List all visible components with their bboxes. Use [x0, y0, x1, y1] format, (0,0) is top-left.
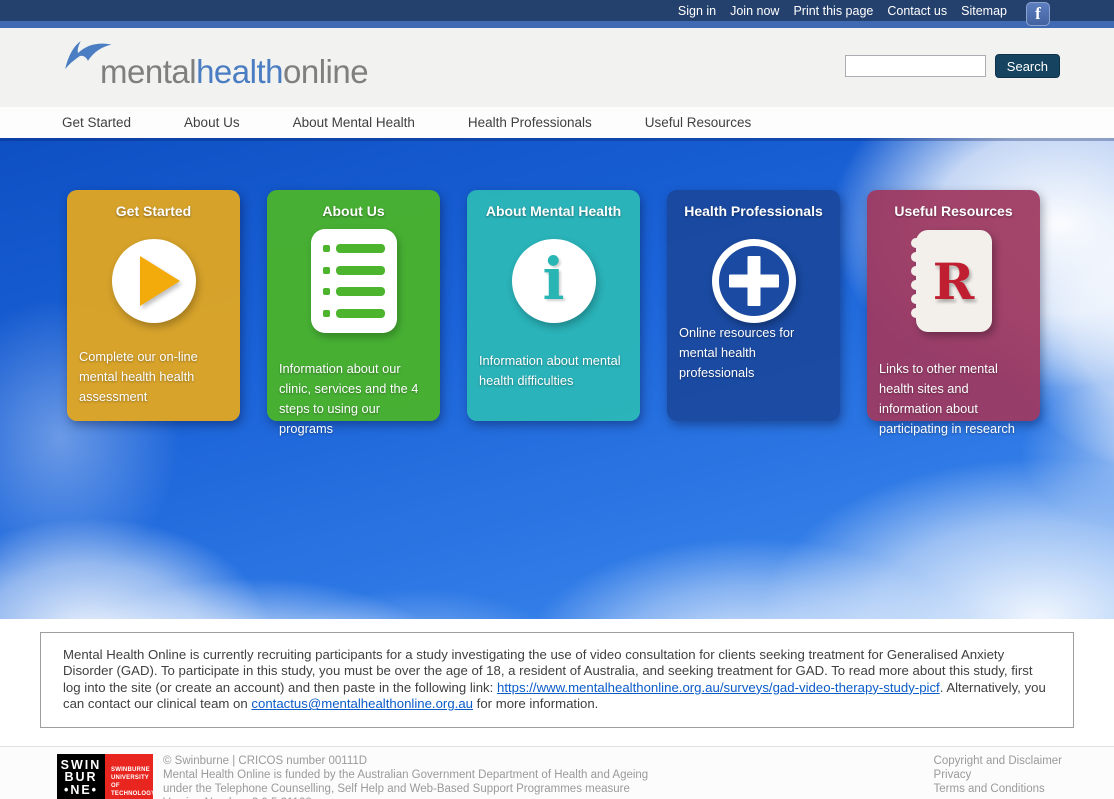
info-icon: i [479, 229, 628, 333]
footer-cricos-line: © Swinburne | CRICOS number 00111D [163, 754, 648, 768]
nav-get-started[interactable]: Get Started [62, 115, 131, 130]
search-input[interactable] [845, 55, 986, 77]
notice-section: Mental Health Online is currently recrui… [0, 619, 1114, 728]
swin-line: BUR [57, 771, 105, 784]
site-logo[interactable]: mentalhealthonline [62, 36, 368, 88]
card-title: Get Started [79, 203, 228, 219]
logo-part-health: health [196, 53, 283, 90]
card-description: Links to other mental health sites and i… [879, 359, 1028, 439]
swinburne-logo-black: SWIN BUR •NE• [57, 754, 105, 799]
card-get-started[interactable]: Get Started Complete our on-line mental … [67, 190, 240, 421]
nav-health-professionals[interactable]: Health Professionals [468, 115, 592, 130]
card-health-professionals[interactable]: Health Professionals Online resources fo… [667, 190, 840, 421]
terms-conditions-link[interactable]: Terms and Conditions [934, 782, 1062, 796]
study-link[interactable]: https://www.mentalhealthonline.org.au/su… [497, 680, 940, 695]
notice-paragraph: Mental Health Online is currently recrui… [63, 647, 1051, 713]
hero-sky-banner: Get Started Complete our on-line mental … [0, 138, 1114, 619]
site-footer: SWIN BUR •NE• SWINBURNE UNIVERSITY OF TE… [0, 746, 1114, 799]
sign-in-link[interactable]: Sign in [671, 4, 723, 18]
privacy-link[interactable]: Privacy [934, 768, 1062, 782]
topbar-accent-stripe [0, 21, 1114, 28]
logo-part-online: online [283, 53, 368, 90]
nav-about-mental-health[interactable]: About Mental Health [293, 115, 415, 130]
footer-funding-line-2: under the Telephone Counselling, Self He… [163, 782, 648, 796]
logo-part-mental: mental [100, 53, 196, 90]
contact-email-link[interactable]: contactus@mentalhealthonline.org.au [251, 696, 473, 711]
footer-copyright-block: © Swinburne | CRICOS number 00111D Menta… [163, 754, 648, 799]
study-recruitment-notice: Mental Health Online is currently recrui… [40, 632, 1074, 728]
footer-funding-line-1: Mental Health Online is funded by the Au… [163, 768, 648, 782]
card-title: About Mental Health [479, 203, 628, 219]
print-page-link[interactable]: Print this page [786, 4, 880, 18]
join-now-link[interactable]: Join now [723, 4, 786, 18]
logo-wordmark: mentalhealthonline [100, 55, 368, 88]
search-area: Search [845, 54, 1060, 78]
card-description: Complete our on-line mental health healt… [79, 347, 228, 407]
main-navigation: Get Started About Us About Mental Health… [0, 107, 1114, 138]
card-description: Online resources for mental health profe… [679, 323, 828, 383]
card-description: Information about mental health difficul… [479, 351, 628, 391]
card-title: About Us [279, 203, 428, 219]
swin-red-line: TECHNOLOGY [111, 790, 153, 798]
card-description: Information about our clinic, services a… [279, 359, 428, 439]
swin-red-line: SWINBURNE [111, 766, 153, 774]
notice-text-end: for more information. [473, 696, 598, 711]
card-about-mental-health[interactable]: About Mental Health i Information about … [467, 190, 640, 421]
medical-cross-icon [679, 229, 828, 333]
search-button[interactable]: Search [995, 54, 1060, 78]
card-about-us[interactable]: About Us Information about our clinic, s… [267, 190, 440, 421]
site-header: mentalhealthonline Search [0, 28, 1114, 107]
copyright-disclaimer-link[interactable]: Copyright and Disclaimer [934, 754, 1062, 768]
swin-red-line: UNIVERSITY OF [111, 774, 153, 790]
swinburne-logo-red: SWINBURNE UNIVERSITY OF TECHNOLOGY [105, 754, 153, 799]
play-icon [79, 229, 228, 333]
card-title: Useful Resources [879, 203, 1028, 219]
footer-links: Copyright and Disclaimer Privacy Terms a… [934, 754, 1062, 799]
sitemap-link[interactable]: Sitemap [954, 4, 1014, 18]
contact-us-link[interactable]: Contact us [880, 4, 954, 18]
hero-card-row: Get Started Complete our on-line mental … [67, 190, 1040, 421]
card-useful-resources[interactable]: Useful Resources R Links to other mental… [867, 190, 1040, 421]
list-icon [279, 229, 428, 333]
nav-useful-resources[interactable]: Useful Resources [645, 115, 752, 130]
card-title: Health Professionals [679, 203, 828, 219]
resources-notebook-icon: R [879, 229, 1028, 333]
facebook-icon[interactable]: f [1026, 2, 1050, 26]
swin-line: •NE• [57, 784, 105, 797]
top-utility-bar: Sign in Join now Print this page Contact… [0, 0, 1114, 21]
nav-about-us[interactable]: About Us [184, 115, 240, 130]
